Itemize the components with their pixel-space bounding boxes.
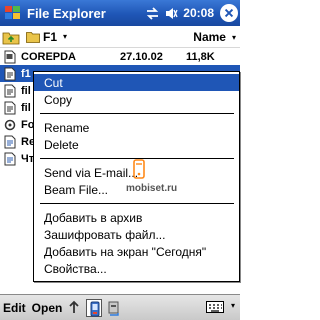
sort-selector[interactable]: Name ▾ <box>193 30 236 44</box>
folder-up-icon[interactable] <box>66 299 82 317</box>
file-name: fil <box>21 84 31 97</box>
input-method-caret-icon[interactable]: ▾ <box>231 301 235 310</box>
bottom-menu-bar: Edit Open ▾ <box>0 294 240 320</box>
chevron-down-icon: ▾ <box>231 32 236 42</box>
menu-item-cut[interactable]: Cut <box>34 74 239 91</box>
title-bar: File Explorer 20:08 <box>0 0 240 26</box>
document-icon <box>3 135 17 149</box>
folder-selector[interactable]: F1 ▾ <box>26 30 67 44</box>
watermark-text: mobiset.ru <box>126 183 178 194</box>
folder-icon <box>26 30 40 43</box>
ok-button[interactable] <box>220 4 238 22</box>
menu-item-properties[interactable]: Свойства... <box>34 260 239 277</box>
file-icon <box>3 84 17 98</box>
file-date: 27.10.02 <box>120 50 163 63</box>
menu-separator <box>40 113 234 114</box>
start-menu-icon[interactable] <box>2 2 24 24</box>
file-name: COREPDA <box>21 50 77 63</box>
file-icon <box>3 101 17 115</box>
volume-icon[interactable] <box>163 5 179 21</box>
menu-item-rename[interactable]: Rename <box>34 119 239 136</box>
folder-label: F1 <box>43 29 58 44</box>
clock[interactable]: 20:08 <box>183 6 214 20</box>
menu-item-add-to-archive[interactable]: Добавить в архив <box>34 209 239 226</box>
sort-label: Name <box>193 30 226 44</box>
file-size: 11,8K <box>186 50 215 63</box>
edit-menu-button[interactable]: Edit <box>3 301 26 315</box>
device-view-icon[interactable] <box>86 298 103 317</box>
file-name: fil <box>21 101 31 114</box>
menu-item-delete[interactable]: Delete <box>34 136 239 153</box>
file-row[interactable]: COREPDA 27.10.02 11,8K <box>0 48 240 65</box>
connectivity-icon[interactable] <box>144 5 160 21</box>
folder-up-icon[interactable] <box>2 29 20 45</box>
file-icon <box>3 67 17 81</box>
app-title: File Explorer <box>27 5 106 21</box>
navigation-toolbar: F1 ▾ Name ▾ <box>0 26 240 48</box>
menu-item-add-to-today[interactable]: Добавить на экран "Сегодня" <box>34 243 239 260</box>
menu-item-encrypt-file[interactable]: Зашифровать файл... <box>34 226 239 243</box>
watermark-logo-icon <box>130 158 148 180</box>
system-tray: 20:08 <box>144 4 238 22</box>
keyboard-icon[interactable] <box>206 300 224 314</box>
chevron-down-icon: ▾ <box>63 32 68 41</box>
network-share-icon[interactable] <box>106 299 122 317</box>
document-icon <box>3 152 17 166</box>
open-menu-button[interactable]: Open <box>32 301 63 315</box>
document-icon <box>3 50 17 64</box>
menu-item-copy[interactable]: Copy <box>34 91 239 108</box>
file-name: f1 <box>21 67 31 80</box>
menu-separator <box>40 203 234 204</box>
gear-file-icon <box>3 118 17 132</box>
